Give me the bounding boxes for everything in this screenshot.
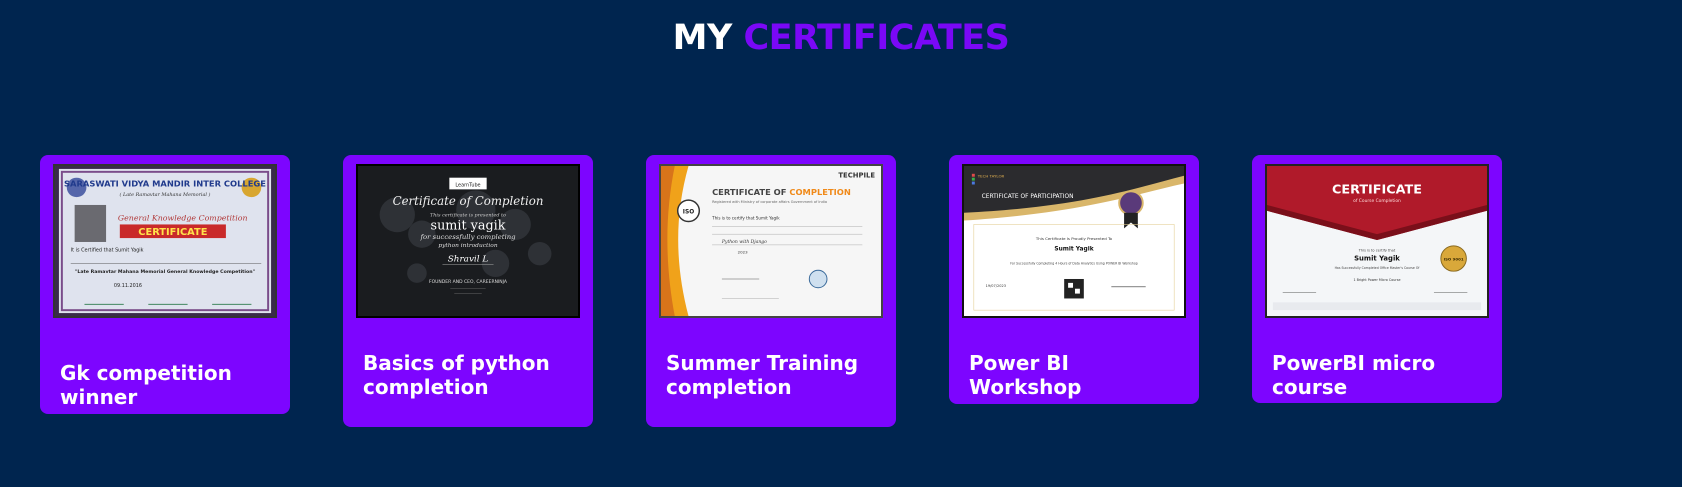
python-course-text: python introduction: [438, 243, 497, 249]
micro-name-text: Sumit Yagik: [1354, 255, 1400, 263]
micro-sub-text: of Course Completion: [1353, 198, 1401, 204]
workshop-date-text: 19/07/2023: [986, 284, 1006, 288]
summer-registered-text: Registered with Ministry of corporate af…: [712, 200, 827, 204]
gk-name-line: It is Certified that Sumit Yagik: [71, 248, 144, 254]
summer-heading-line: CERTIFICATE OF COMPLETION: [712, 187, 851, 197]
workshop-name-text: Sumit Yagik: [1054, 247, 1094, 253]
summer-name-line: This is to certify that Sumit Yagik: [711, 216, 780, 221]
summer-badge-text: ISO: [683, 210, 694, 216]
summer-heading-part2: COMPLETION: [789, 187, 850, 197]
gk-school-text: SARASWATI VIDYA MANDIR INTER COLLEGE: [64, 178, 266, 188]
python-signer-text: Shravil L: [448, 254, 489, 264]
title-part-my: MY: [672, 18, 733, 58]
certificate-card-powerbi-micro[interactable]: CERTIFICATE of Course Completion This is…: [1252, 155, 1502, 403]
certificate-image-gk[interactable]: SARASWATI VIDYA MANDIR INTER COLLEGE ( L…: [53, 164, 277, 318]
workshop-brand-text: TECH TAYLOR: [977, 174, 1005, 179]
workshop-proud-text: This Certificate Is Proudly Presented To: [1035, 236, 1113, 241]
certificate-label-powerbi-micro: PowerBI micro course: [1272, 351, 1436, 399]
gk-date-text: 09.11.2016: [114, 283, 142, 289]
summer-year-text: 2023: [738, 250, 748, 255]
gk-heading-text: CERTIFICATE: [138, 227, 207, 238]
micro-seal-text: ISO 9001: [1444, 256, 1464, 261]
certificate-label-summer: Summer Training completion: [666, 351, 859, 399]
certificates-title: MY CERTIFICATES: [0, 18, 1682, 58]
certificate-label-gk: Gk competition winner: [60, 361, 232, 409]
micro-desc-text: Has Successfully Completed Office Master…: [1335, 266, 1421, 270]
certificate-label-python: Basics of python completion: [363, 351, 550, 399]
workshop-desc-text: For Successfully Completing 4 Hours of D…: [1010, 261, 1138, 265]
workshop-heading-text: CERTIFICATE OF PARTICIPATION: [982, 194, 1074, 200]
python-brand-text: LearnTube: [455, 182, 480, 188]
certificate-card-gk[interactable]: SARASWATI VIDYA MANDIR INTER COLLEGE ( L…: [40, 155, 290, 414]
title-part-certificates: CERTIFICATES: [743, 18, 1010, 58]
gk-event-text: "Late Ramavtar Mahana Memorial General K…: [75, 269, 255, 275]
summer-heading-part1: CERTIFICATE OF: [712, 187, 786, 197]
micro-course-text: 1 Bright Power Micro Course: [1353, 278, 1400, 282]
certificate-image-powerbi-workshop[interactable]: TECH TAYLOR CERTIFICATE OF PARTICIPATION…: [962, 164, 1186, 318]
python-for-text: for successfully completing: [419, 233, 516, 241]
certificate-image-powerbi-micro[interactable]: CERTIFICATE of Course Completion This is…: [1265, 164, 1489, 318]
gk-competition-text: General Knowledge Competition: [118, 214, 248, 223]
python-org-text: FOUNDER AND CEO, CAREERNINJA: [429, 279, 508, 285]
certificate-image-python[interactable]: LearnTube Certificate of Completion This…: [356, 164, 580, 318]
micro-heading-text: CERTIFICATE: [1332, 181, 1422, 196]
summer-course-text: Python with Django: [721, 239, 767, 245]
certificate-card-python[interactable]: LearnTube Certificate of Completion This…: [343, 155, 593, 427]
certificate-image-summer[interactable]: ISO TECHPILE CERTIFICATE OF COMPLETION R…: [659, 164, 883, 318]
micro-presented-text: This is to certify that: [1358, 249, 1396, 253]
certificate-card-summer[interactable]: ISO TECHPILE CERTIFICATE OF COMPLETION R…: [646, 155, 896, 427]
python-name-text: sumit yagik: [431, 217, 506, 232]
gk-memorial-text: ( Late Ramavtar Mahana Memorial ): [120, 191, 211, 198]
summer-brand-text: TECHPILE: [838, 172, 875, 180]
certificate-card-powerbi-workshop[interactable]: TECH TAYLOR CERTIFICATE OF PARTICIPATION…: [949, 155, 1199, 404]
certificate-label-powerbi-workshop: Power BI Workshop: [969, 351, 1082, 399]
python-heading-text: Certificate of Completion: [393, 194, 544, 208]
